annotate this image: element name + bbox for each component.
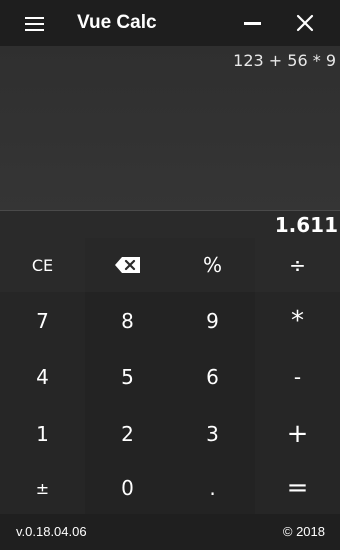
digit-9-button[interactable]: 9 [170,292,255,349]
negate-button[interactable]: ± [0,462,85,514]
backspace-icon [114,257,140,273]
copyright-label: © 2018 [282,524,325,539]
keypad: CE % ÷ 7 8 9 * 4 5 6 - 1 2 3 + ± 0 . = [0,238,340,514]
digit-1-button[interactable]: 1 [0,405,85,462]
digit-5-button[interactable]: 5 [85,349,170,405]
digit-4-button[interactable]: 4 [0,349,85,405]
app-title: Vue Calc [77,12,157,33]
subtract-button[interactable]: - [255,349,340,405]
decimal-button[interactable]: . [170,462,255,514]
footer: v.0.18.04.06 © 2018 [0,514,340,550]
digit-0-button[interactable]: 0 [85,462,170,514]
divide-button[interactable]: ÷ [255,238,340,292]
add-button[interactable]: + [255,405,340,462]
digit-6-button[interactable]: 6 [170,349,255,405]
digit-2-button[interactable]: 2 [85,405,170,462]
digit-8-button[interactable]: 8 [85,292,170,349]
calculator-app: Vue Calc 123 + 56 * 9 1.611 CE % ÷ 7 8 9… [0,0,340,550]
percent-button[interactable]: % [170,238,255,292]
backspace-button[interactable] [85,238,170,292]
expression-display: 123 + 56 * 9 [233,51,336,70]
version-label: v.0.18.04.06 [16,524,87,539]
result-bar: 1.611 [0,211,340,238]
multiply-button[interactable]: * [255,292,340,349]
result-display: 1.611 [274,213,338,237]
title-bar: Vue Calc [0,0,340,46]
clear-entry-button[interactable]: CE [0,238,85,292]
display-panel: 123 + 56 * 9 [0,46,340,210]
minimize-icon[interactable] [236,8,270,38]
menu-icon[interactable] [19,13,51,35]
digit-3-button[interactable]: 3 [170,405,255,462]
close-icon[interactable] [288,8,322,38]
equals-button[interactable]: = [255,462,340,514]
digit-7-button[interactable]: 7 [0,292,85,349]
